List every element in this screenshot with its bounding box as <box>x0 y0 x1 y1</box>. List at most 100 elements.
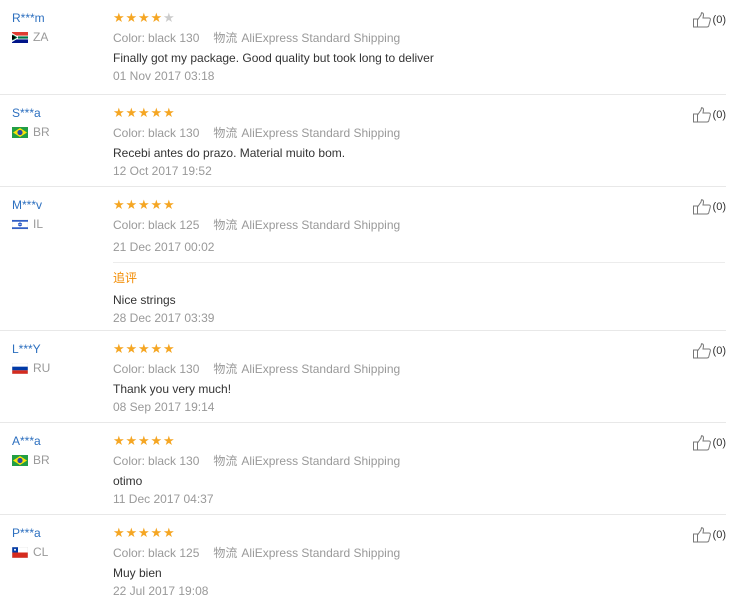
color-value: black 130 <box>148 454 200 468</box>
like-count: (0) <box>712 14 726 26</box>
review-list: R***m ZA ★ ★ ★ ★ ★ Color: black 130 物流 A… <box>0 0 744 603</box>
color-value: black 130 <box>148 126 200 140</box>
reviewer-info: P***a CL <box>12 525 102 559</box>
reviewer-info: A***a BR <box>12 433 102 467</box>
thumbs-up-icon <box>692 12 711 28</box>
review-text: Thank you very much! <box>113 382 232 396</box>
flag-za-icon <box>12 31 28 43</box>
reviewer-info: M***v IL <box>12 197 102 231</box>
order-info: Color: black 125 物流 AliExpress Standard Shi… <box>113 218 673 232</box>
thumbs-up-icon <box>692 435 711 451</box>
color-value: black 130 <box>148 31 200 45</box>
shipping-label: 物流 <box>213 362 238 376</box>
divider <box>113 262 725 263</box>
star-icon: ★ <box>163 433 175 448</box>
country-code: BR <box>33 125 50 139</box>
reviewer-name[interactable]: L***Y <box>12 341 102 357</box>
review-content: ★ ★ ★ ★ ★ Color: black 125 物流 AliExpress St… <box>113 525 673 598</box>
shipping-value: AliExpress Standard Shipping <box>241 546 401 560</box>
star-icon: ★ <box>113 433 125 448</box>
reviewer-name[interactable]: S***a <box>12 105 102 121</box>
review-date: 12 Oct 2017 19:52 <box>113 164 212 178</box>
review-item: L***Y RU ★ ★ ★ ★ ★ Color: black 130 物流 A… <box>0 331 726 423</box>
color-label: Color: <box>113 546 146 560</box>
order-info: Color: black 130 物流 AliExpress Standard Shi… <box>113 126 673 140</box>
like-count: (0) <box>712 201 726 213</box>
like-button[interactable]: (0) <box>692 527 726 543</box>
reviewer-name[interactable]: P***a <box>12 525 102 541</box>
star-icon: ★ <box>138 197 150 212</box>
shipping-value: AliExpress Standard Shipping <box>241 362 401 376</box>
color-label: Color: <box>113 218 146 232</box>
reviewer-country: CL <box>12 545 102 559</box>
country-code: ZA <box>33 30 49 44</box>
shipping-value: AliExpress Standard Shipping <box>241 454 401 468</box>
review-content: ★ ★ ★ ★ ★ Color: black 130 物流 AliExpress St… <box>113 10 673 83</box>
reviewer-name[interactable]: R***m <box>12 10 102 26</box>
review-content: ★ ★ ★ ★ ★ Color: black 125 物流 AliExpress St… <box>113 197 725 325</box>
star-icon: ★ <box>113 10 125 25</box>
country-code: IL <box>33 217 44 231</box>
star-empty-icon: ★ <box>163 10 175 25</box>
star-icon: ★ <box>138 10 150 25</box>
thumbs-up-icon <box>692 199 711 215</box>
review-text: Recebi antes do prazo. Material muito bo… <box>113 146 346 160</box>
color-label: Color: <box>113 362 146 376</box>
followup-date: 28 Dec 2017 03:39 <box>113 311 215 325</box>
country-code: RU <box>33 361 51 375</box>
star-icon: ★ <box>113 105 125 120</box>
star-icon: ★ <box>138 433 150 448</box>
color-value: black 125 <box>148 218 200 232</box>
rating-stars: ★ ★ ★ ★ ★ <box>113 10 673 25</box>
star-icon: ★ <box>150 341 163 356</box>
review-item: R***m ZA ★ ★ ★ ★ ★ Color: black 130 物流 A… <box>0 0 726 95</box>
color-label: Color: <box>113 126 146 140</box>
reviewer-country: BR <box>12 125 102 139</box>
star-icon: ★ <box>138 525 150 540</box>
like-count: (0) <box>712 109 726 121</box>
color-label: Color: <box>113 454 146 468</box>
star-icon: ★ <box>138 341 150 356</box>
flag-br-icon <box>12 126 28 138</box>
like-button[interactable]: (0) <box>692 12 726 28</box>
like-button[interactable]: (0) <box>692 435 726 451</box>
review-content: ★ ★ ★ ★ ★ Color: black 130 物流 AliExpress St… <box>113 341 673 414</box>
rating-stars: ★ ★ ★ ★ ★ <box>113 525 673 540</box>
flag-il-icon <box>12 218 28 230</box>
star-icon: ★ <box>125 10 138 25</box>
reviewer-info: L***Y RU <box>12 341 102 375</box>
flag-ru-icon <box>12 362 28 374</box>
reviewer-name[interactable]: A***a <box>12 433 102 449</box>
star-icon: ★ <box>150 10 163 25</box>
country-code: CL <box>33 545 49 559</box>
shipping-label: 物流 <box>213 546 238 560</box>
reviewer-country: ZA <box>12 30 102 44</box>
review-item: P***a CL ★ ★ ★ ★ ★ Color: black 125 物流 A… <box>0 515 726 603</box>
reviewer-info: S***a BR <box>12 105 102 139</box>
like-button[interactable]: (0) <box>692 199 726 215</box>
followup-label: 追评 <box>113 271 138 285</box>
reviewer-name[interactable]: M***v <box>12 197 102 213</box>
order-info: Color: black 130 物流 AliExpress Standard Shi… <box>113 454 673 468</box>
reviewer-country: IL <box>12 217 102 231</box>
like-count: (0) <box>712 437 726 449</box>
shipping-label: 物流 <box>213 126 238 140</box>
review-content: ★ ★ ★ ★ ★ Color: black 130 物流 AliExpress St… <box>113 105 673 178</box>
like-button[interactable]: (0) <box>692 107 726 123</box>
review-date: 08 Sep 2017 19:14 <box>113 400 215 414</box>
star-icon: ★ <box>163 341 175 356</box>
star-icon: ★ <box>150 105 163 120</box>
star-icon: ★ <box>150 525 163 540</box>
followup-text: Nice strings <box>113 293 176 307</box>
shipping-label: 物流 <box>213 218 238 232</box>
color-value: black 125 <box>148 546 200 560</box>
rating-stars: ★ ★ ★ ★ ★ <box>113 433 673 448</box>
review-text: Finally got my package. Good quality but… <box>113 51 434 65</box>
order-info: Color: black 125 物流 AliExpress Standard Shi… <box>113 546 673 560</box>
like-count: (0) <box>712 345 726 357</box>
order-info: Color: black 130 物流 AliExpress Standard Shi… <box>113 362 673 376</box>
flag-br-icon <box>12 454 28 466</box>
like-button[interactable]: (0) <box>692 343 726 359</box>
review-item: S***a BR ★ ★ ★ ★ ★ Color: black 130 物流 A… <box>0 95 726 187</box>
rating-stars: ★ ★ ★ ★ ★ <box>113 105 673 120</box>
